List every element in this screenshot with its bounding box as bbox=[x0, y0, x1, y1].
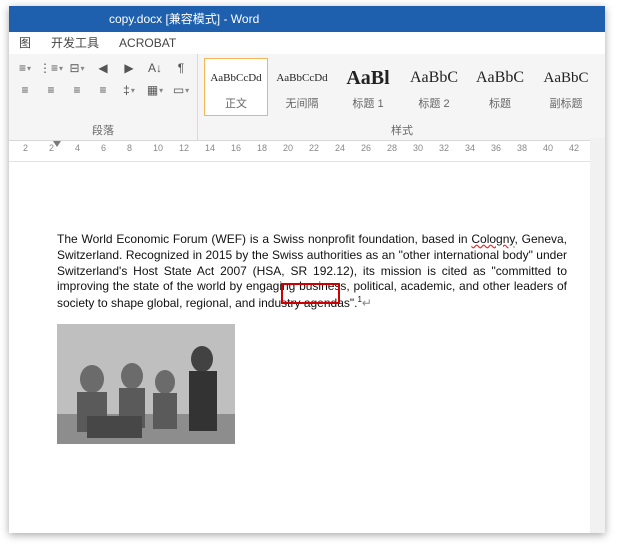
ruler-number: 22 bbox=[309, 143, 319, 153]
paragraph-mark-icon: ↵ bbox=[362, 296, 372, 310]
indent-marker-icon[interactable] bbox=[53, 141, 61, 147]
ruler-number: 10 bbox=[153, 143, 163, 153]
ruler-number: 34 bbox=[465, 143, 475, 153]
style-tile-0[interactable]: AaBbCcDd 正文 bbox=[204, 58, 268, 116]
bullets-button[interactable]: ≡▾ bbox=[15, 58, 35, 78]
tab-view[interactable]: 图 bbox=[9, 32, 41, 54]
ruler-number: 28 bbox=[387, 143, 397, 153]
style-tile-3[interactable]: AaBbC 标题 2 bbox=[402, 58, 466, 116]
group-paragraph: ≡▾ ⋮≡▾ ⊟▾ ◀ ▶ A↓ ¶ ≡ ≡ ≡ ≡ ‡▾ ▦▾ ▭▾ 段落 bbox=[9, 54, 198, 140]
align-right-button[interactable]: ≡ bbox=[67, 80, 87, 100]
style-sample: AaBbCcDd bbox=[276, 63, 327, 93]
ruler-number: 4 bbox=[75, 143, 80, 153]
align-left-icon: ≡ bbox=[21, 83, 28, 97]
align-justify-button[interactable]: ≡ bbox=[93, 80, 113, 100]
ruler-number: 2 bbox=[23, 143, 28, 153]
ruler-number: 42 bbox=[569, 143, 579, 153]
multilevel-button[interactable]: ⊟▾ bbox=[67, 58, 87, 78]
ruler-number: 20 bbox=[283, 143, 293, 153]
numbering-icon: ⋮≡ bbox=[39, 61, 58, 75]
chevron-down-icon: ▾ bbox=[27, 64, 31, 73]
para-text: The World Economic Forum (WEF) is a Swis… bbox=[57, 232, 471, 246]
red-annotation-box bbox=[281, 283, 340, 304]
spelling-error[interactable]: Cologny bbox=[471, 232, 514, 246]
ruler-number: 12 bbox=[179, 143, 189, 153]
horizontal-ruler[interactable]: 2246810121416182022242628303234363840424… bbox=[9, 141, 605, 162]
ruler-number: 40 bbox=[543, 143, 553, 153]
shading-icon: ▦ bbox=[147, 83, 158, 97]
style-name: 无间隔 bbox=[286, 95, 319, 111]
ruler-number: 30 bbox=[413, 143, 423, 153]
style-sample: AaBbC bbox=[544, 63, 589, 93]
chevron-down-icon: ▾ bbox=[185, 86, 189, 95]
sort-button[interactable]: A↓ bbox=[145, 58, 165, 78]
photo-placeholder-icon bbox=[57, 324, 235, 444]
style-name: 正文 bbox=[225, 95, 247, 111]
sort-icon: A↓ bbox=[148, 61, 162, 75]
borders-button[interactable]: ▭▾ bbox=[171, 80, 191, 100]
ruler-number: 38 bbox=[517, 143, 527, 153]
bullets-icon: ≡ bbox=[19, 61, 26, 75]
chevron-down-icon: ▾ bbox=[131, 86, 135, 95]
window-title: copy.docx [兼容模式] - Word bbox=[109, 12, 259, 26]
style-name: 副标题 bbox=[550, 95, 583, 111]
style-sample: AaBbCcDd bbox=[210, 63, 261, 93]
style-sample: AaBbC bbox=[476, 63, 524, 93]
ruler-number: 18 bbox=[257, 143, 267, 153]
window-titlebar: copy.docx [兼容模式] - Word bbox=[9, 6, 605, 32]
inline-image[interactable] bbox=[57, 324, 235, 444]
ribbon: ≡▾ ⋮≡▾ ⊟▾ ◀ ▶ A↓ ¶ ≡ ≡ ≡ ≡ ‡▾ ▦▾ ▭▾ 段落 A… bbox=[9, 54, 605, 141]
ruler-number: 14 bbox=[205, 143, 215, 153]
chevron-down-icon: ▾ bbox=[159, 86, 163, 95]
style-tile-4[interactable]: AaBbC 标题 bbox=[468, 58, 532, 116]
ruler-number: 2 bbox=[49, 143, 54, 153]
style-name: 标题 bbox=[489, 95, 511, 111]
numbering-button[interactable]: ⋮≡▾ bbox=[41, 58, 61, 78]
vertical-scrollbar[interactable] bbox=[590, 138, 605, 533]
align-right-icon: ≡ bbox=[73, 83, 80, 97]
pilcrow-icon: ¶ bbox=[178, 61, 184, 75]
group-label-styles: 样式 bbox=[204, 122, 600, 138]
tab-developer[interactable]: 开发工具 bbox=[41, 32, 109, 54]
ruler-number: 36 bbox=[491, 143, 501, 153]
line-spacing-icon: ‡ bbox=[123, 83, 130, 97]
show-marks-button[interactable]: ¶ bbox=[171, 58, 191, 78]
align-left-button[interactable]: ≡ bbox=[15, 80, 35, 100]
style-name: 标题 1 bbox=[352, 95, 383, 111]
align-center-icon: ≡ bbox=[47, 83, 54, 97]
style-name: 标题 2 bbox=[418, 95, 449, 111]
line-spacing-button[interactable]: ‡▾ bbox=[119, 80, 139, 100]
style-tile-5[interactable]: AaBbC 副标题 bbox=[534, 58, 598, 116]
chevron-down-icon: ▾ bbox=[81, 64, 85, 73]
document-page[interactable]: The World Economic Forum (WEF) is a Swis… bbox=[9, 162, 605, 454]
ribbon-tabs: 图 开发工具 ACROBAT bbox=[9, 32, 605, 54]
group-styles: AaBbCcDd正文AaBbCcDd无间隔AaBl标题 1AaBbC标题 2Aa… bbox=[198, 54, 605, 140]
ruler-number: 26 bbox=[361, 143, 371, 153]
style-sample: AaBl bbox=[346, 63, 389, 93]
chevron-down-icon: ▾ bbox=[59, 64, 63, 73]
border-icon: ▭ bbox=[173, 83, 184, 97]
style-tile-2[interactable]: AaBl 标题 1 bbox=[336, 58, 400, 116]
group-label-paragraph: 段落 bbox=[15, 122, 191, 138]
ruler-number: 16 bbox=[231, 143, 241, 153]
style-sample: AaBbC bbox=[410, 63, 458, 93]
increase-indent-icon: ▶ bbox=[124, 61, 133, 75]
shading-button[interactable]: ▦▾ bbox=[145, 80, 165, 100]
ruler-number: 32 bbox=[439, 143, 449, 153]
decrease-indent-icon: ◀ bbox=[98, 61, 107, 75]
align-center-button[interactable]: ≡ bbox=[41, 80, 61, 100]
style-tile-1[interactable]: AaBbCcDd 无间隔 bbox=[270, 58, 334, 116]
ruler-number: 8 bbox=[127, 143, 132, 153]
ruler-number: 6 bbox=[101, 143, 106, 153]
decrease-indent-button[interactable]: ◀ bbox=[93, 58, 113, 78]
tab-acrobat[interactable]: ACROBAT bbox=[109, 32, 186, 54]
increase-indent-button[interactable]: ▶ bbox=[119, 58, 139, 78]
ruler-number: 24 bbox=[335, 143, 345, 153]
align-justify-icon: ≡ bbox=[99, 83, 106, 97]
multilevel-icon: ⊟ bbox=[69, 61, 79, 75]
